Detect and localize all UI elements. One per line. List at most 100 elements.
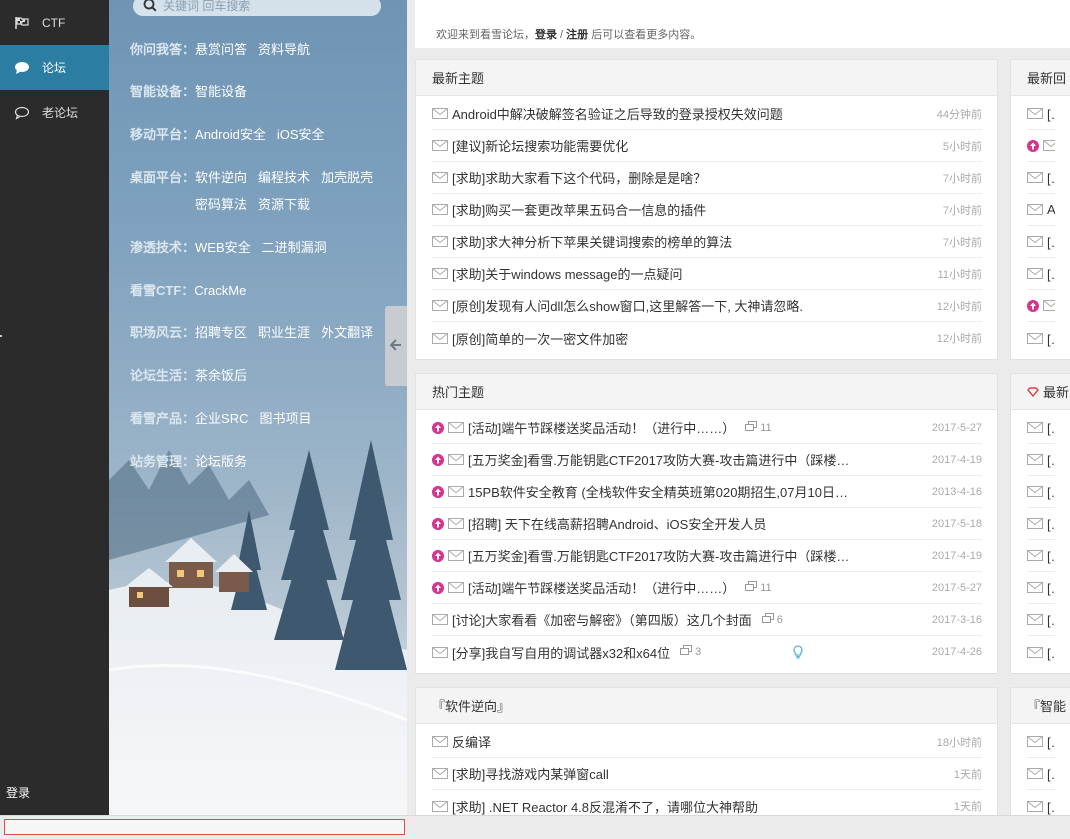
topic-row[interactable]: Android中解决破解签名验证之后导致的登录授权失效问题 44分钟前 xyxy=(432,98,982,130)
category-link[interactable]: CrackMe xyxy=(194,277,246,304)
topic-row[interactable]: [分 xyxy=(1027,572,1055,604)
topic-title[interactable]: [原 xyxy=(1047,482,1055,501)
search-input[interactable] xyxy=(163,0,363,13)
login-link[interactable]: 登录 xyxy=(6,784,30,801)
category-link[interactable]: 茶余饭后 xyxy=(195,362,247,389)
topic-row[interactable]: [ xyxy=(1027,290,1055,322)
search-bar[interactable] xyxy=(133,0,381,16)
topic-row[interactable]: [注 xyxy=(1027,98,1055,130)
topic-title[interactable]: [讨论]大家看看《加密与解密》（第四版）这几个封面 xyxy=(452,610,752,629)
category-link[interactable]: 资料导航 xyxy=(258,36,310,63)
topic-row[interactable]: [原创]发现有人问dll怎么show窗口,这里解答一下, 大神请忽略. 12小时前 xyxy=(432,290,982,322)
welcome-register-link[interactable]: 注册 xyxy=(566,29,588,41)
topic-row[interactable]: [求助]求大神分析下苹果关键词搜索的榜单的算法 7小时前 xyxy=(432,226,982,258)
topic-title[interactable]: [五万奖金]看雪.万能钥匙CTF2017攻防大赛-攻击篇进行中（踩楼… xyxy=(468,450,849,469)
topic-row[interactable]: [原 xyxy=(1027,226,1055,258)
category-link[interactable]: iOS安全 xyxy=(277,121,325,148)
topic-row[interactable]: [原 xyxy=(1027,476,1055,508)
topic-row[interactable]: [五万奖金]看雪.万能钥匙CTF2017攻防大赛-攻击篇进行中（踩楼… 2017-… xyxy=(432,444,982,476)
topic-row[interactable]: [求助]寻找游戏内某弹窗call 1天前 xyxy=(432,758,982,790)
topic-title[interactable]: [原 xyxy=(1047,514,1055,533)
topic-title[interactable]: [分 xyxy=(1047,578,1055,597)
category-link[interactable]: 编程技术 xyxy=(258,164,310,191)
topic-title[interactable]: [原 xyxy=(1047,329,1055,348)
topic-title[interactable]: [求助]关于windows message的一点疑问 xyxy=(452,264,682,283)
topic-title[interactable]: [活动]端午节踩楼送奖品活动！（进行中……） xyxy=(468,418,735,437)
topic-row[interactable]: [原 xyxy=(1027,412,1055,444)
rail-item-forum[interactable]: 论坛 xyxy=(0,45,109,90)
topic-title[interactable]: [求助]求大神分析下苹果关键词搜索的榜单的算法 xyxy=(452,232,732,251)
topic-title[interactable]: [原创]发现有人问dll怎么show窗口,这里解答一下, 大神请忽略. xyxy=(452,296,803,315)
topic-title[interactable]: [翻 xyxy=(1047,610,1055,629)
topic-row[interactable]: [活动]端午节踩楼送奖品活动！（进行中……） 11 2017-5-27 xyxy=(432,412,982,444)
topic-title[interactable]: [原 xyxy=(1047,450,1055,469)
category-link[interactable]: 职业生涯 xyxy=(258,319,310,346)
rail-item-old-forum[interactable]: 老论坛 xyxy=(0,90,109,135)
topic-title[interactable]: [原 xyxy=(1047,232,1055,251)
topic-title[interactable]: 15PB软件安全教育 (全栈软件安全精英班第020期招生,07月10日… xyxy=(468,482,848,501)
topic-title[interactable]: [原 xyxy=(1047,732,1055,751)
topic-row[interactable]: And xyxy=(1027,194,1055,226)
topic-row[interactable]: [ xyxy=(1027,130,1055,162)
topic-title[interactable]: [原 xyxy=(1047,264,1055,283)
category-link[interactable]: WEB安全 xyxy=(195,234,251,261)
topic-row[interactable]: [原 xyxy=(1027,162,1055,194)
topic-row[interactable]: [求助]关于windows message的一点疑问 11小时前 xyxy=(432,258,982,290)
topic-row[interactable]: 反编译 18小时前 xyxy=(432,726,982,758)
topic-row[interactable]: [原 xyxy=(1027,758,1055,790)
topic-title[interactable]: [求助]寻找游戏内某弹窗call xyxy=(452,764,609,783)
topic-title[interactable]: [原 xyxy=(1047,643,1055,662)
topic-row[interactable]: [翻 xyxy=(1027,604,1055,636)
topic-title[interactable]: [原 xyxy=(1047,764,1055,783)
topic-title[interactable]: [原 xyxy=(1047,546,1055,565)
category-link[interactable]: 二进制漏洞 xyxy=(262,234,327,261)
topic-row[interactable]: [五万奖金]看雪.万能钥匙CTF2017攻防大赛-攻击篇进行中（踩楼… 2017-… xyxy=(432,540,982,572)
topic-row[interactable]: [讨论]大家看看《加密与解密》（第四版）这几个封面 6 2017-3-16 xyxy=(432,604,982,636)
topic-row[interactable]: [原 xyxy=(1027,726,1055,758)
topic-row[interactable]: [原 xyxy=(1027,636,1055,668)
topic-row[interactable]: [原 xyxy=(1027,540,1055,572)
category-link[interactable]: 资源下载 xyxy=(258,191,310,218)
status-input[interactable] xyxy=(4,819,405,835)
category-link[interactable]: Android安全 xyxy=(195,121,266,148)
topic-row[interactable]: [建议]新论坛搜索功能需要优化 5小时前 xyxy=(432,130,982,162)
rail-item-ctf[interactable]: CTF xyxy=(0,0,109,45)
topic-title[interactable]: [建议]新论坛搜索功能需要优化 xyxy=(452,136,628,155)
category-link[interactable]: 加壳脱壳 xyxy=(321,164,373,191)
topic-title[interactable]: [原 xyxy=(1047,418,1055,437)
topic-row[interactable]: [求助]求助大家看下这个代码，删除是是啥？ 7小时前 xyxy=(432,162,982,194)
topic-title[interactable]: 反编译 xyxy=(452,732,491,751)
welcome-login-link[interactable]: 登录 xyxy=(535,29,557,41)
topic-row[interactable]: [原创]简单的一次一密文件加密 12小时前 xyxy=(432,322,982,354)
topic-title[interactable]: [求 xyxy=(1047,797,1055,816)
topic-row[interactable]: [原 xyxy=(1027,444,1055,476)
topic-title[interactable]: [活动]端午节踩楼送奖品活动！（进行中……） xyxy=(468,578,735,597)
topic-title[interactable]: [五万奖金]看雪.万能钥匙CTF2017攻防大赛-攻击篇进行中（踩楼… xyxy=(468,546,849,565)
topic-title[interactable]: [招聘] 天下在线高薪招聘Android、iOS安全开发人员 xyxy=(468,514,766,533)
topic-title[interactable]: [分享]我自写自用的调试器x32和x64位 xyxy=(452,643,670,662)
topic-row[interactable]: [招聘] 天下在线高薪招聘Android、iOS安全开发人员 2017-5-18 xyxy=(432,508,982,540)
category-link[interactable]: 企业SRC xyxy=(195,405,248,432)
topic-title[interactable]: [求助]购买一套更改苹果五码合一信息的插件 xyxy=(452,200,706,219)
category-link[interactable]: 密码算法 xyxy=(195,191,247,218)
topic-row[interactable]: [分享]我自写自用的调试器x32和x64位 3 2017-4-26 xyxy=(432,636,982,668)
category-link[interactable]: 软件逆向 xyxy=(195,164,247,191)
topic-title[interactable]: [求助]求助大家看下这个代码，删除是是啥？ xyxy=(452,168,706,187)
topic-row[interactable]: [原 xyxy=(1027,258,1055,290)
topic-title[interactable]: [原创]简单的一次一密文件加密 xyxy=(452,329,628,348)
topic-row[interactable]: [活动]端午节踩楼送奖品活动！（进行中……） 11 2017-5-27 xyxy=(432,572,982,604)
topic-title[interactable]: And xyxy=(1047,202,1055,217)
category-link[interactable]: 论坛版务 xyxy=(195,448,247,475)
category-link[interactable]: 图书项目 xyxy=(259,405,311,432)
topic-title[interactable]: Android中解决破解签名验证之后导致的登录授权失效问题 xyxy=(452,104,783,123)
collapse-panel-button[interactable] xyxy=(385,306,407,386)
category-link[interactable]: 悬赏问答 xyxy=(195,36,247,63)
topic-row[interactable]: [原 xyxy=(1027,322,1055,354)
topic-row[interactable]: [原 xyxy=(1027,508,1055,540)
category-link[interactable]: 招聘专区 xyxy=(195,319,247,346)
topic-row[interactable]: 15PB软件安全教育 (全栈软件安全精英班第020期招生,07月10日… 2013… xyxy=(432,476,982,508)
topic-row[interactable]: [求助]购买一套更改苹果五码合一信息的插件 7小时前 xyxy=(432,194,982,226)
category-link[interactable]: 外文翻译 xyxy=(321,319,373,346)
category-link[interactable]: 智能设备 xyxy=(195,78,247,105)
topic-title[interactable]: [原 xyxy=(1047,168,1055,187)
